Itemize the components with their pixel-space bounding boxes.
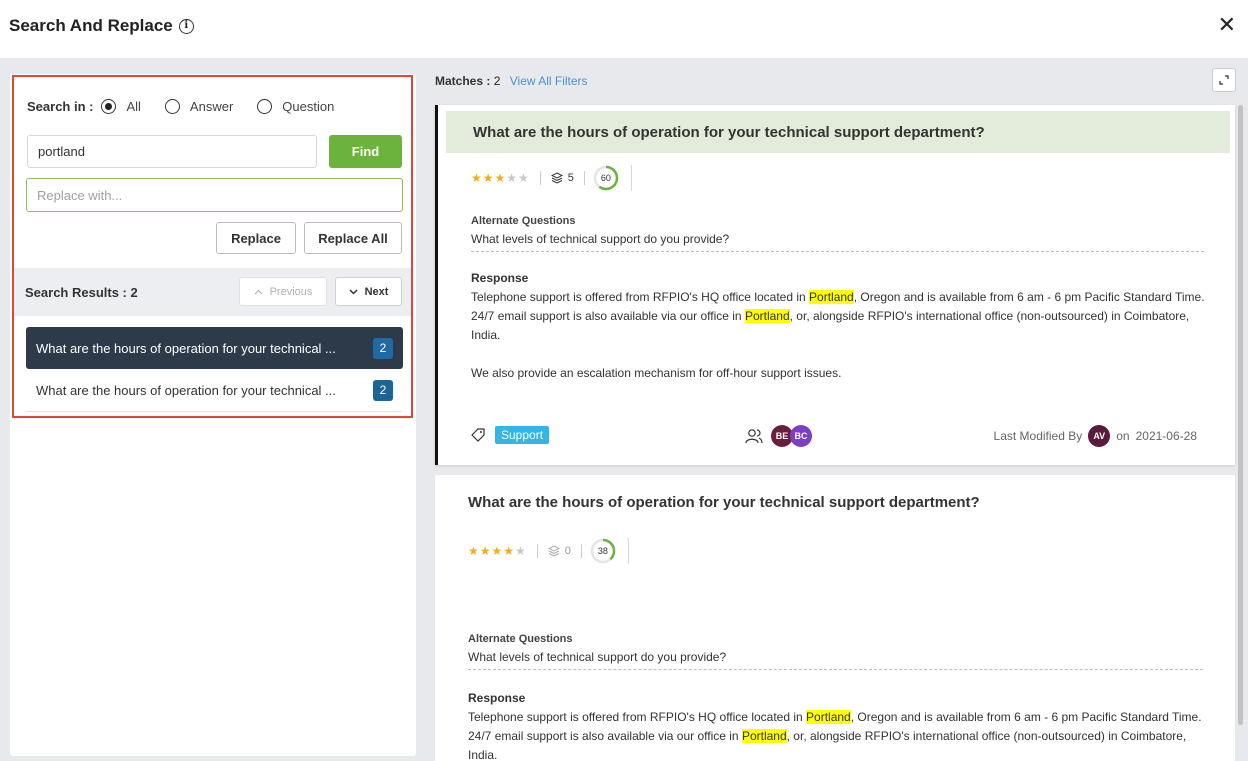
star-icon: ★★★★	[468, 544, 516, 558]
score-value: 38	[597, 546, 608, 556]
dialog-body: Search in : All Answer Question Find Rep…	[0, 58, 1248, 761]
layers: 0	[547, 545, 571, 557]
replace-button[interactable]: Replace	[216, 222, 296, 254]
layers-icon	[550, 172, 563, 184]
layers-count: 5	[567, 172, 574, 184]
search-highlight: Portland	[744, 309, 790, 323]
search-highlight: Portland	[806, 710, 851, 724]
result-item-text: What are the hours of operation for your…	[36, 340, 336, 356]
next-button[interactable]: Next	[335, 277, 402, 306]
dialog-title-text: Search And Replace	[9, 16, 173, 35]
star-icon: ★	[515, 544, 527, 558]
layers-count: 0	[564, 545, 571, 557]
search-form: Search in : All Answer Question Find Rep…	[12, 75, 413, 418]
search-highlight: Portland	[741, 729, 787, 743]
search-results-label: Search Results : 2	[25, 285, 138, 300]
radio-all[interactable]: All	[101, 99, 141, 114]
scrollbar-thumb[interactable]	[1238, 105, 1243, 725]
last-modified-label: Last Modified By	[993, 429, 1083, 443]
modified-date: 2021-06-28	[1135, 429, 1197, 443]
search-scope: Search in : All Answer Question	[27, 99, 358, 114]
response-label: Response	[471, 271, 529, 285]
chevron-up-icon	[254, 289, 263, 294]
previous-button[interactable]: Previous	[239, 277, 327, 306]
view-all-filters-link[interactable]: View All Filters	[510, 74, 588, 88]
rating-stars: ★★★★★	[471, 171, 530, 185]
radio-all-circle[interactable]	[101, 99, 117, 114]
result-item[interactable]: What are the hours of operation for your…	[26, 370, 403, 412]
card-question: What are the hours of operation for your…	[468, 494, 980, 511]
star-icon: ★★	[506, 171, 530, 185]
replace-all-button[interactable]: Replace All	[304, 222, 402, 254]
info-icon[interactable]: i	[178, 18, 194, 34]
replace-input[interactable]	[26, 178, 403, 212]
expand-button[interactable]	[1212, 68, 1236, 92]
last-modified: Last Modified By AV on 2021-06-28	[994, 425, 1197, 447]
alternate-questions-label: Alternate Questions	[468, 633, 573, 645]
matches-count: 2	[493, 74, 501, 88]
dialog-title: Search And Replace i	[9, 16, 194, 36]
rating-stars: ★★★★★	[468, 544, 527, 558]
chevron-down-icon	[349, 288, 358, 295]
tag-row: Support	[471, 426, 550, 444]
matches-label: Matches :	[435, 74, 491, 88]
card-meta: ★★★★★ 0 38	[468, 538, 629, 564]
star-icon: ★★★	[471, 171, 507, 185]
radio-question-label: Question	[282, 99, 335, 114]
score-value: 60	[600, 173, 611, 183]
response-label: Response	[468, 691, 526, 705]
date-prefix: on	[1116, 429, 1130, 443]
score-ring: 38	[590, 538, 616, 564]
match-card[interactable]: What are the hours of operation for your…	[435, 475, 1235, 761]
card-meta: ★★★★★ 5 60	[471, 165, 632, 191]
layers-icon	[547, 545, 560, 557]
avatar: AV	[1088, 425, 1111, 447]
avatar: BC	[790, 425, 812, 447]
results-scrollbar[interactable]	[1237, 105, 1244, 761]
alternate-question: What levels of technical support do you …	[468, 650, 1203, 670]
alternate-question: What levels of technical support do you …	[471, 232, 1204, 252]
result-item-text: What are the hours of operation for your…	[36, 383, 336, 398]
find-input[interactable]	[27, 135, 317, 168]
radio-answer-circle[interactable]	[164, 99, 180, 114]
card-question: What are the hours of operation for your…	[446, 111, 1230, 153]
close-button[interactable]: ✕	[1218, 14, 1236, 36]
tag-icon	[471, 428, 485, 442]
alternate-questions-label: Alternate Questions	[471, 215, 576, 227]
search-highlight: Portland	[809, 290, 854, 304]
previous-label: Previous	[269, 285, 313, 298]
response-text: Telephone support is offered from RFPIO'…	[471, 290, 1205, 380]
expand-icon	[1219, 75, 1229, 85]
search-results-bar: Search Results : 2 Previous Next	[14, 268, 411, 316]
layers: 5	[550, 172, 574, 184]
matches-summary: Matches : 2 View All Filters	[435, 74, 588, 88]
dialog-header: Search And Replace i ✕	[0, 0, 1248, 58]
radio-answer-label: Answer	[189, 99, 234, 114]
collaborators: BE BC	[745, 425, 812, 447]
result-item[interactable]: What are the hours of operation for your…	[26, 327, 403, 369]
search-panel: Search in : All Answer Question Find Rep…	[10, 74, 416, 756]
match-card[interactable]: What are the hours of operation for your…	[435, 105, 1235, 465]
find-button[interactable]: Find	[329, 135, 402, 168]
support-tag[interactable]: Support	[495, 426, 550, 444]
next-label: Next	[364, 285, 389, 298]
radio-question[interactable]: Question	[257, 99, 334, 114]
result-count-badge: 2	[373, 380, 393, 401]
score-ring: 60	[593, 165, 619, 191]
radio-question-circle[interactable]	[257, 99, 273, 114]
result-count-badge: 2	[373, 337, 393, 359]
response-text: Telephone support is offered from RFPIO'…	[468, 710, 1202, 761]
radio-all-label: All	[126, 99, 141, 114]
radio-answer[interactable]: Answer	[164, 99, 234, 114]
search-in-label: Search in :	[27, 99, 94, 114]
users-icon	[745, 429, 763, 444]
